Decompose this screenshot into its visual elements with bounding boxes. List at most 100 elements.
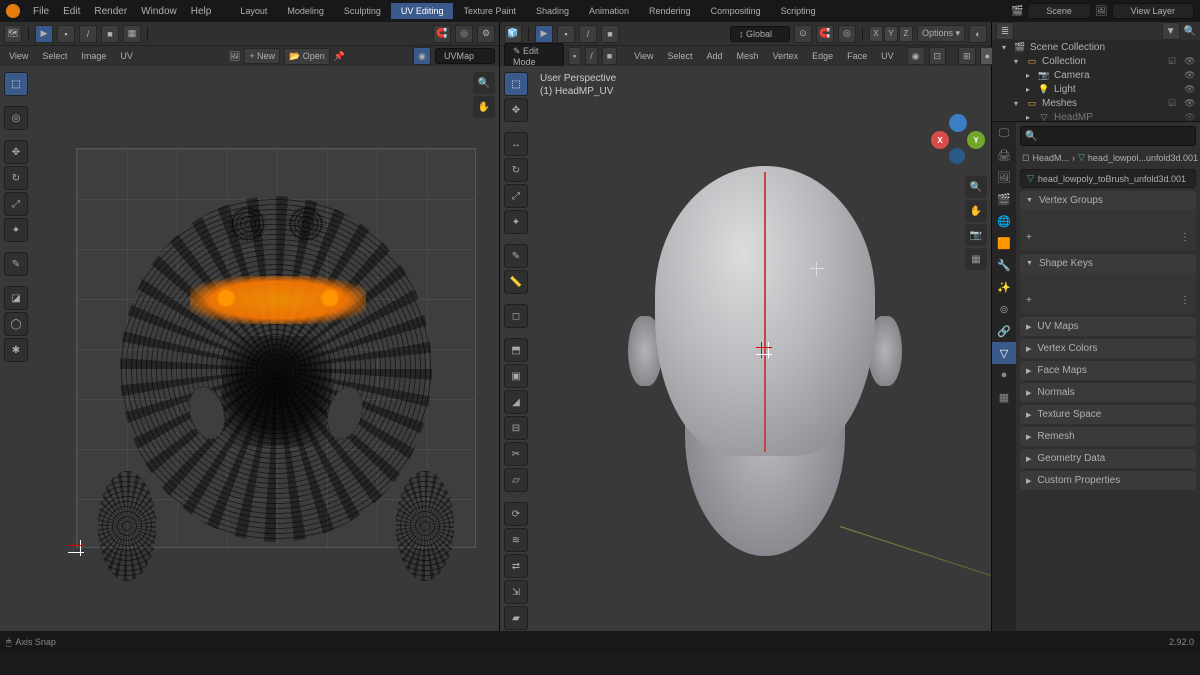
context-menu-icon[interactable]: ⋮ bbox=[1180, 295, 1190, 306]
options-dropdown[interactable]: Options ▾ bbox=[917, 25, 965, 42]
v3d-tool-edgeslide[interactable]: ⇄ bbox=[504, 554, 528, 578]
camera-icon[interactable]: 📷 bbox=[965, 224, 987, 246]
workspace-tab-texture-paint[interactable]: Texture Paint bbox=[453, 3, 526, 19]
uv-display-toggle[interactable]: ◉ bbox=[413, 47, 431, 65]
menu-render[interactable]: Render bbox=[87, 6, 134, 17]
navigation-gizmo[interactable]: X Y bbox=[931, 114, 983, 166]
axis-z-icon[interactable] bbox=[949, 114, 967, 132]
xray-toggle[interactable]: ⊡ bbox=[929, 47, 947, 65]
uv-select-mode-vert[interactable]: ▪ bbox=[57, 25, 75, 43]
workspace-tab-uv-editing[interactable]: UV Editing bbox=[391, 3, 454, 19]
v3d-tool-move[interactable]: ↔ bbox=[504, 132, 528, 156]
prop-tab-texture[interactable]: ▦ bbox=[992, 386, 1016, 408]
outliner-filter-icon[interactable]: ▼ bbox=[1162, 22, 1180, 40]
uv-viewport[interactable]: ⬚ ◎ ✥ ↻ ⤢ ✦ ✎ ◪ ◯ ✱ 🔍 ✋ bbox=[0, 66, 499, 631]
v3d-menu-face[interactable]: Face bbox=[842, 49, 872, 63]
uv-menu-uv[interactable]: UV bbox=[115, 49, 138, 63]
panel-header-shape-keys[interactable]: Shape Keys bbox=[1020, 254, 1196, 273]
v3d-select-cursor[interactable]: ▶ bbox=[535, 25, 553, 43]
tool-cursor[interactable]: ⬚ bbox=[4, 72, 28, 96]
submode-vert[interactable]: ▪ bbox=[568, 47, 581, 65]
prop-tab-viewlayer[interactable]: 🖼 bbox=[992, 166, 1016, 188]
tool-grab[interactable]: ◯ bbox=[4, 312, 28, 336]
tool-rip[interactable]: ◪ bbox=[4, 286, 28, 310]
v3d-tool-shear[interactable]: ▰ bbox=[504, 606, 528, 630]
uv-zoom-icon[interactable]: 🔍 bbox=[473, 72, 495, 94]
eye-icon[interactable]: 👁 bbox=[1184, 84, 1196, 95]
v3d-tool-addcube[interactable]: ◻ bbox=[504, 304, 528, 328]
tool-transform[interactable]: ✦ bbox=[4, 218, 28, 242]
eye-icon[interactable]: 👁 bbox=[1184, 70, 1196, 81]
v3d-tool-measure[interactable]: 📏 bbox=[504, 270, 528, 294]
uv-overlay-options[interactable]: ⚙ bbox=[477, 25, 495, 43]
prop-tab-particles[interactable]: ✨ bbox=[992, 276, 1016, 298]
v3d-tool-loopcut[interactable]: ⊟ bbox=[504, 416, 528, 440]
panel-header-remesh[interactable]: Remesh bbox=[1020, 427, 1196, 446]
checkbox-icon[interactable]: ☑ bbox=[1168, 98, 1180, 109]
mirror-y[interactable]: Y bbox=[884, 26, 898, 42]
uv-select-mode-island[interactable]: ▦ bbox=[123, 25, 141, 43]
add-icon[interactable]: + bbox=[1026, 295, 1032, 306]
v3d-menu-add[interactable]: Add bbox=[702, 49, 728, 63]
panel-header-texture-space[interactable]: Texture Space bbox=[1020, 405, 1196, 424]
uvmap-selector[interactable]: UVMap bbox=[435, 48, 495, 64]
axis-y-icon[interactable]: Y bbox=[967, 131, 985, 149]
outliner-item-light[interactable]: ▸ 💡 Light 👁 bbox=[992, 82, 1200, 96]
snap-toggle[interactable]: 🧲 bbox=[816, 25, 834, 43]
uv-select-mode-sync[interactable]: ▶ bbox=[35, 25, 53, 43]
uv-snap-toggle[interactable]: 🧲 bbox=[433, 25, 451, 43]
panel-header-face-maps[interactable]: Face Maps bbox=[1020, 361, 1196, 380]
v3d-menu-view[interactable]: View bbox=[629, 49, 658, 63]
tool-scale[interactable]: ⤢ bbox=[4, 192, 28, 216]
v3d-menu-vertex[interactable]: Vertex bbox=[768, 49, 804, 63]
menu-edit[interactable]: Edit bbox=[56, 6, 87, 17]
panel-header-vertex-colors[interactable]: Vertex Colors bbox=[1020, 339, 1196, 358]
pan-icon[interactable]: ✋ bbox=[965, 200, 987, 222]
workspace-tab-layout[interactable]: Layout bbox=[230, 3, 277, 19]
submode-edge[interactable]: / bbox=[585, 47, 598, 65]
uv-menu-select[interactable]: Select bbox=[37, 49, 72, 63]
v3d-select-edge[interactable]: / bbox=[579, 25, 597, 43]
v3d-menu-edge[interactable]: Edge bbox=[807, 49, 838, 63]
workspace-tab-compositing[interactable]: Compositing bbox=[701, 3, 771, 19]
v3d-select-vert[interactable]: ▪ bbox=[557, 25, 575, 43]
scene-selector[interactable]: Scene bbox=[1027, 3, 1091, 19]
uv-menu-image[interactable]: Image bbox=[76, 49, 111, 63]
outliner-type-selector[interactable]: ≣ bbox=[996, 22, 1014, 40]
prop-tab-constraints[interactable]: 🔗 bbox=[992, 320, 1016, 342]
proportional-toggle[interactable]: ◎ bbox=[838, 25, 856, 43]
uv-hand-icon[interactable]: ✋ bbox=[473, 96, 495, 118]
uv-menu-view[interactable]: View bbox=[4, 49, 33, 63]
submode-face[interactable]: ■ bbox=[602, 47, 617, 65]
v3d-menu-select[interactable]: Select bbox=[663, 49, 698, 63]
outliner-collection[interactable]: ▾ ▭ Collection ☑👁 bbox=[992, 54, 1200, 68]
mesh-name-field[interactable]: ▽ head_lowpoly_toBrush_unfold3d.001 bbox=[1020, 169, 1196, 188]
menu-file[interactable]: File bbox=[26, 6, 56, 17]
uv-proportional-toggle[interactable]: ◎ bbox=[455, 25, 473, 43]
tool-annotate2[interactable]: ✎ bbox=[4, 252, 28, 276]
v3d-tool-bevel[interactable]: ◢ bbox=[504, 390, 528, 414]
overlay-toggle[interactable]: ◉ bbox=[907, 47, 925, 65]
prop-tab-material[interactable]: ● bbox=[992, 364, 1016, 386]
persp-ortho-icon[interactable]: ▦ bbox=[965, 248, 987, 270]
pivot-selector[interactable]: ⊙ bbox=[794, 25, 812, 43]
outliner-item-camera[interactable]: ▸ 📷 Camera 👁 bbox=[992, 68, 1200, 82]
viewlayer-selector[interactable]: View Layer bbox=[1112, 3, 1194, 19]
mirror-x[interactable]: X bbox=[869, 26, 883, 42]
workspace-tab-modeling[interactable]: Modeling bbox=[277, 3, 334, 19]
shading-wire[interactable]: ⊞ bbox=[958, 47, 976, 65]
v3d-tool-shrink[interactable]: ⇲ bbox=[504, 580, 528, 604]
panel-header-normals[interactable]: Normals bbox=[1020, 383, 1196, 402]
outliner-root[interactable]: ▾ 🎬 Scene Collection bbox=[992, 40, 1200, 54]
viewport-3d[interactable]: User Perspective (1) HeadMP_UV ⬚ ✥ ↔ ↻ ⤢… bbox=[500, 66, 991, 631]
workspace-tab-rendering[interactable]: Rendering bbox=[639, 3, 701, 19]
transform-orientation[interactable]: ↕ Global bbox=[730, 26, 790, 42]
panel-header-uv-maps[interactable]: UV Maps bbox=[1020, 317, 1196, 336]
eye-icon[interactable]: 👁 bbox=[1184, 56, 1196, 67]
panel-header-custom-properties[interactable]: Custom Properties bbox=[1020, 471, 1196, 490]
panel-header-geometry-data[interactable]: Geometry Data bbox=[1020, 449, 1196, 468]
properties-search[interactable]: 🔍 bbox=[1020, 126, 1196, 146]
prop-tab-render[interactable]: 🖵 bbox=[992, 122, 1016, 144]
menu-help[interactable]: Help bbox=[184, 6, 219, 17]
menu-window[interactable]: Window bbox=[134, 6, 184, 17]
